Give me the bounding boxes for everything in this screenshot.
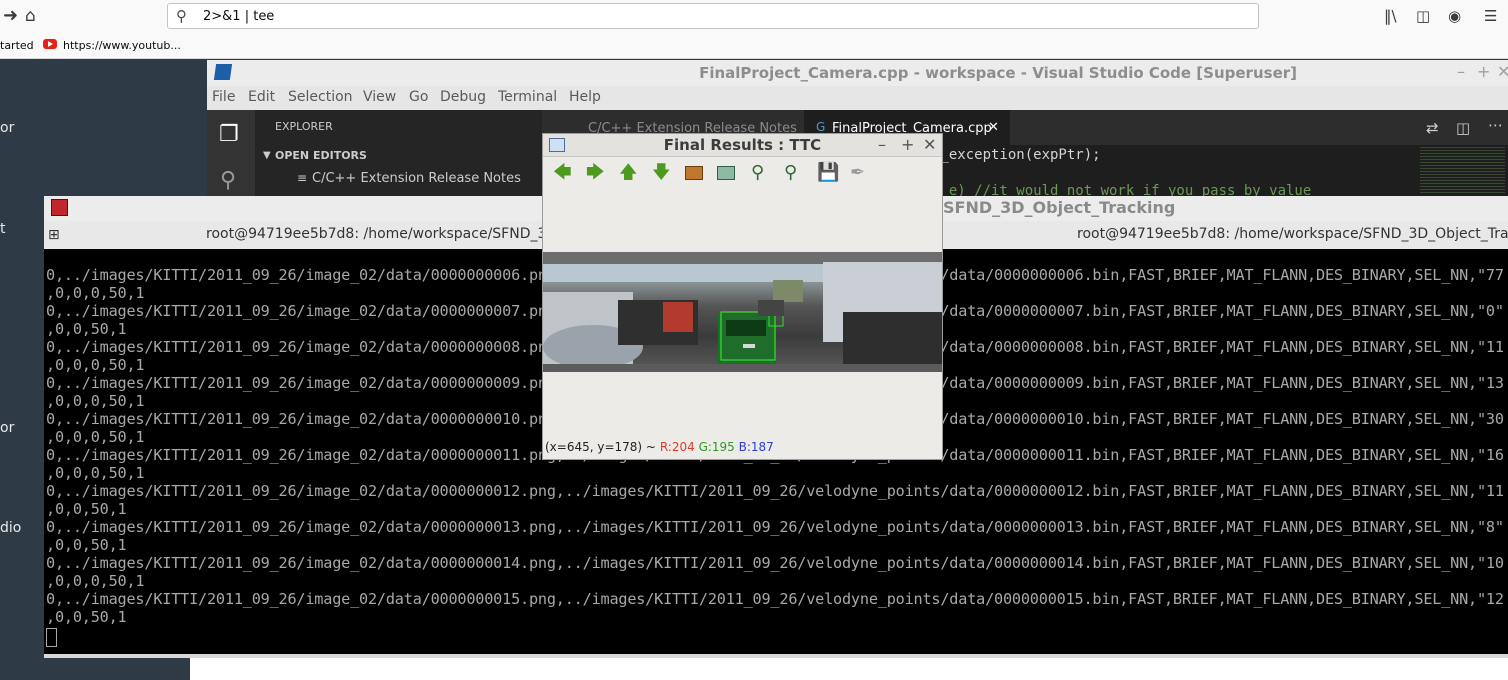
files-icon[interactable]: ❐ xyxy=(219,122,239,147)
cpp-file-icon: G xyxy=(816,120,826,134)
pixel-red: R:204 xyxy=(659,440,695,454)
zoom-out-icon[interactable]: ⚲ xyxy=(784,162,797,184)
menu-go[interactable]: Go xyxy=(409,89,428,105)
library-icon[interactable]: ‖\ xyxy=(1384,7,1397,25)
terminal-icon xyxy=(51,199,68,216)
pan-down-icon[interactable]: 🡇 xyxy=(652,162,671,184)
zoom-original-icon[interactable] xyxy=(685,166,703,180)
home-icon[interactable]: ⌂ xyxy=(25,6,36,26)
activity-bar: ❐ ⚲ xyxy=(207,110,255,200)
desktop-label[interactable]: dio xyxy=(0,520,21,536)
chevron-down-icon[interactable]: ▼ xyxy=(263,150,271,161)
menu-terminal[interactable]: Terminal xyxy=(498,89,557,105)
maximize-icon[interactable]: + xyxy=(901,135,914,154)
terminal-line: ,0,0,50,1 xyxy=(46,500,127,518)
desktop-bottom-area xyxy=(190,658,1508,680)
file-icon: ≡ xyxy=(297,171,308,185)
terminal-line: ,0,0,0,50,1 xyxy=(46,284,145,302)
terminal-line: ,0,0,50,1 xyxy=(46,536,127,554)
camera-image[interactable] xyxy=(543,252,942,372)
desktop-label[interactable]: t xyxy=(0,221,6,237)
terminal-line: ,0,0,0,50,1 xyxy=(46,392,145,410)
youtube-icon xyxy=(43,39,57,49)
close-tab-icon[interactable]: ✕ xyxy=(988,120,999,135)
tab-grid-icon[interactable]: ⊞ xyxy=(48,227,60,243)
pan-left-icon[interactable]: 🡄 xyxy=(553,162,572,184)
pixel-coords: (x=645, y=178) ~ xyxy=(545,440,656,454)
desktop-label[interactable]: or xyxy=(0,420,14,436)
browser-toolbar: ➜ ⌂ ⚲ 2>&1 | tee ‖\ ◫ ◉ ☰ xyxy=(0,0,1508,34)
zoom-in-icon[interactable]: ⚲ xyxy=(751,162,764,184)
code-line: w_exception(expPtr); xyxy=(932,147,1101,163)
split-editor-icon[interactable]: ◫ xyxy=(1456,119,1470,137)
menu-icon[interactable]: ☰ xyxy=(1484,7,1497,25)
terminal-line: ,0,0,50,1 xyxy=(46,320,127,338)
menu-help[interactable]: Help xyxy=(569,89,601,105)
bookmark-getting-started[interactable]: tarted xyxy=(0,39,34,52)
terminal-line: ,0,0,0,50,1 xyxy=(46,464,145,482)
menu-selection[interactable]: Selection xyxy=(288,89,353,105)
explorer-header: EXPLORER xyxy=(275,120,333,133)
url-text[interactable]: 2>&1 | tee xyxy=(203,9,274,24)
more-actions-icon[interactable]: ⋯ xyxy=(1488,116,1503,134)
terminal-window-title: SFND_3D_Object_Tracking xyxy=(943,198,1176,217)
minimap[interactable] xyxy=(1420,145,1505,195)
terminal-tab-right[interactable]: root@94719ee5b7d8: /home/workspace/SFND_… xyxy=(1077,226,1508,242)
search-icon: ⚲ xyxy=(176,7,187,25)
account-icon[interactable]: ◉ xyxy=(1448,7,1461,25)
menu-debug[interactable]: Debug xyxy=(440,89,486,105)
opencv-window[interactable]: Final Results : TTC – + ✕ 🡄 🡆 🡅 🡇 ⚲ ⚲ 💾 … xyxy=(542,133,943,460)
open-editor-item[interactable]: C/C++ Extension Release Notes xyxy=(312,171,521,186)
minimize-icon[interactable]: – xyxy=(878,135,886,154)
terminal-cursor xyxy=(46,628,57,647)
close-icon[interactable]: ✕ xyxy=(1497,62,1508,81)
menu-file[interactable]: File xyxy=(212,89,235,105)
terminal-line: ,0,0,0,50,1 xyxy=(46,572,145,590)
minimize-icon[interactable]: – xyxy=(1457,62,1465,81)
pan-up-icon[interactable]: 🡅 xyxy=(619,162,638,184)
terminal-line: 0,../images/KITTI/2011_09_26/image_02/da… xyxy=(46,554,1504,572)
zoom-fit-icon[interactable] xyxy=(717,166,735,180)
bookmarks-bar: tarted https://www.youtub... xyxy=(0,34,1508,59)
terminal-line: ,0,0,0,50,1 xyxy=(46,356,145,374)
terminal-line: 0,../images/KITTI/2011_09_26/image_02/da… xyxy=(46,518,1504,536)
pan-right-icon[interactable]: 🡆 xyxy=(586,162,605,184)
pixel-blue: B:187 xyxy=(738,440,774,454)
open-editors-header[interactable]: OPEN EDITORS xyxy=(275,149,367,162)
terminal-line: 0,../images/KITTI/2011_09_26/image_02/da… xyxy=(46,590,1504,608)
pixel-green: G:195 xyxy=(698,440,735,454)
vscode-menubar: File Edit Selection View Go Debug Termin… xyxy=(207,86,1508,110)
desktop-label[interactable]: or xyxy=(0,120,14,136)
forward-arrow-icon[interactable]: ➜ xyxy=(3,6,18,26)
vscode-window-title: FinalProject_Camera.cpp - workspace - Vi… xyxy=(699,64,1297,82)
bookmark-youtube[interactable]: https://www.youtub... xyxy=(63,39,181,52)
opencv-status-bar: (x=645, y=178) ~ R:204 G:195 B:187 xyxy=(545,440,774,454)
explorer-panel: EXPLORER ▼ OPEN EDITORS ≡ C/C++ Extensio… xyxy=(255,110,542,200)
menu-view[interactable]: View xyxy=(363,89,396,105)
menu-edit[interactable]: Edit xyxy=(248,89,275,105)
url-bar[interactable]: ⚲ 2>&1 | tee xyxy=(167,3,1259,29)
opencv-titlebar: Final Results : TTC – + ✕ xyxy=(543,134,942,157)
close-icon[interactable]: ✕ xyxy=(923,135,936,154)
search-icon[interactable]: ⚲ xyxy=(220,168,236,193)
properties-brush-icon[interactable]: ✒ xyxy=(850,162,865,184)
maximize-icon[interactable]: + xyxy=(1477,62,1490,81)
compare-icon[interactable]: ⇄ xyxy=(1426,119,1439,137)
terminal-line: ,0,0,50,1 xyxy=(46,608,127,626)
vscode-titlebar: FinalProject_Camera.cpp - workspace - Vi… xyxy=(207,60,1508,87)
terminal-line: ,0,0,0,50,1 xyxy=(46,428,145,446)
terminal-line: 0,../images/KITTI/2011_09_26/image_02/da… xyxy=(46,482,1504,500)
sidebar-icon[interactable]: ◫ xyxy=(1416,7,1430,25)
save-icon[interactable]: 💾 xyxy=(817,162,839,184)
camera-scene xyxy=(543,252,942,372)
